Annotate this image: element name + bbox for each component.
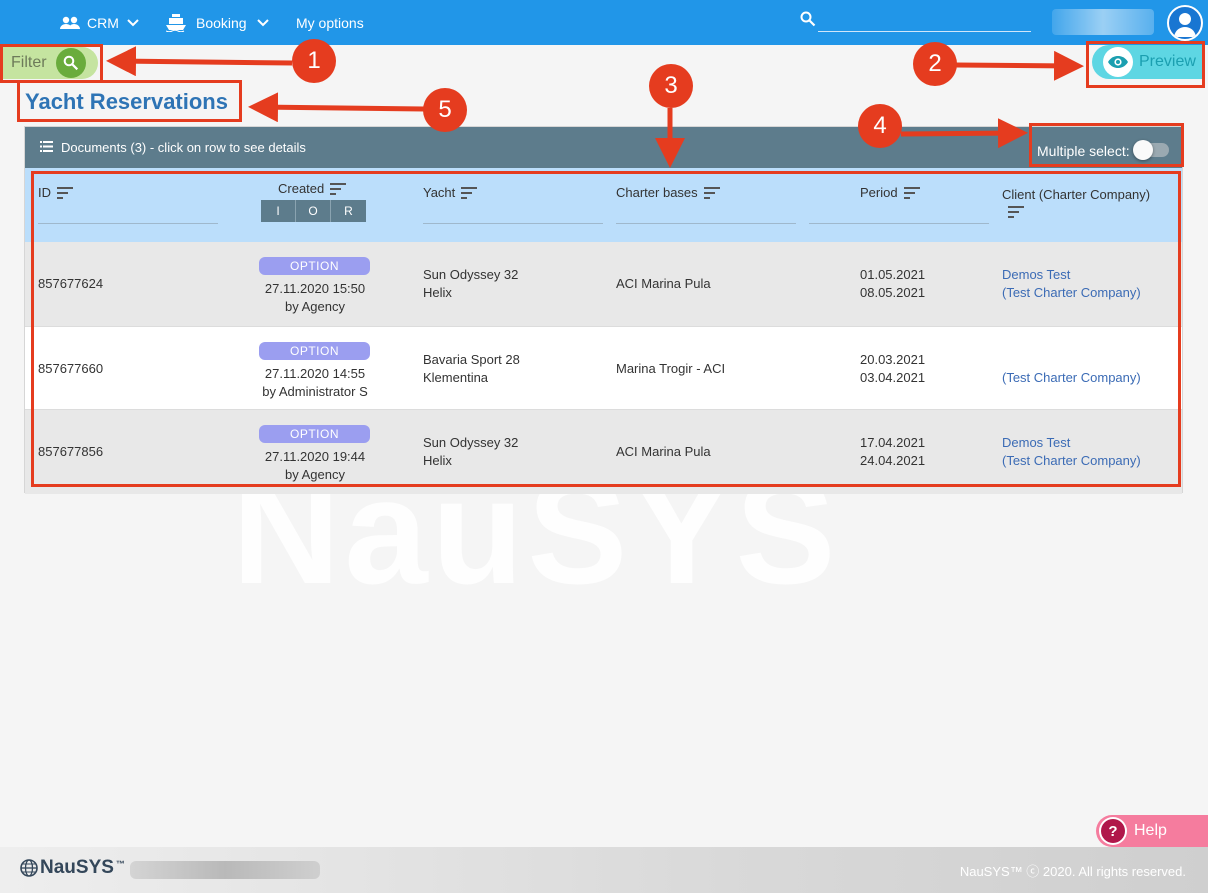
nav-crm-menu[interactable]: CRM <box>60 0 139 45</box>
user-avatar[interactable] <box>1167 5 1203 41</box>
search-icon[interactable] <box>800 11 816 27</box>
annotation-marker-5: 5 <box>423 88 467 132</box>
top-navbar: CRM Booking My options <box>0 0 1208 45</box>
nav-my-options-label: My options <box>296 14 364 31</box>
nav-booking-menu[interactable]: Booking <box>166 0 269 45</box>
annotation-box-table <box>31 171 1181 487</box>
question-mark-icon: ? <box>1101 819 1125 843</box>
annotation-box-filter <box>0 44 103 83</box>
nav-my-options[interactable]: My options <box>296 0 364 45</box>
chevron-down-icon <box>256 18 269 26</box>
footer-logo-text: NauSYS <box>40 857 114 878</box>
nav-crm-label: CRM <box>87 14 119 31</box>
globe-icon <box>20 859 38 877</box>
footer: NauSYS ™ NauSYS™ ⓒ 2020. All rights rese… <box>0 847 1208 893</box>
footer-blurred-text <box>130 861 320 879</box>
help-icon: ? <box>1099 817 1127 845</box>
annotation-marker-3: 3 <box>649 64 693 108</box>
people-icon <box>60 16 80 29</box>
search-input[interactable] <box>818 31 1031 32</box>
annotation-box-multiselect <box>1029 123 1184 167</box>
arrow-5 <box>248 92 425 123</box>
user-info-blurred <box>1052 9 1154 35</box>
list-icon <box>40 141 53 152</box>
arrow-1 <box>106 46 293 77</box>
annotation-marker-4: 4 <box>858 104 902 148</box>
help-label: Help <box>1134 822 1167 839</box>
chevron-down-icon <box>127 18 139 26</box>
documents-header-text: Documents (3) - click on row to see deta… <box>61 140 306 155</box>
help-button[interactable]: ? Help <box>1096 815 1208 847</box>
annotation-marker-1: 1 <box>292 39 336 83</box>
arrow-2 <box>955 50 1084 81</box>
user-icon <box>1174 13 1196 37</box>
documents-panel-header: Documents (3) - click on row to see deta… <box>25 127 1182 168</box>
footer-logo-tm: ™ <box>115 859 125 869</box>
annotation-box-title <box>17 80 242 122</box>
boat-icon <box>166 13 186 32</box>
annotation-box-preview <box>1086 41 1205 88</box>
annotation-marker-2: 2 <box>913 42 957 86</box>
nav-booking-label: Booking <box>196 14 247 31</box>
footer-logo: NauSYS ™ <box>20 857 125 879</box>
footer-copyright: NauSYS™ ⓒ 2020. All rights reserved. <box>959 864 1186 879</box>
